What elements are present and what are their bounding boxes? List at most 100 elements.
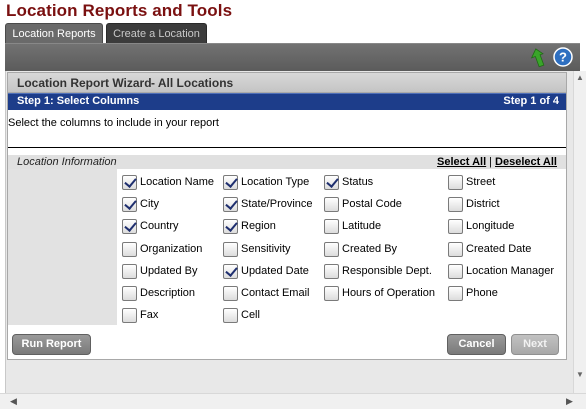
- column-checkbox-item[interactable]: Location Type: [223, 173, 309, 191]
- column-checkbox-item[interactable]: Fax: [122, 306, 158, 324]
- column-checkbox-item[interactable]: Updated Date: [223, 262, 309, 280]
- column-checkbox-item[interactable]: Location Manager: [448, 262, 554, 280]
- checkbox-label: Responsible Dept.: [342, 265, 432, 277]
- checkbox[interactable]: [448, 241, 463, 257]
- checkbox[interactable]: [324, 263, 339, 279]
- checkbox[interactable]: [122, 285, 137, 301]
- checkbox[interactable]: [448, 196, 463, 212]
- column-checkbox-item[interactable]: State/Province: [223, 195, 313, 213]
- column-checkbox-item[interactable]: Status: [324, 173, 373, 191]
- checkbox[interactable]: [223, 285, 238, 301]
- column-checkbox-item[interactable]: Organization: [122, 240, 202, 258]
- select-all-link[interactable]: Select All: [437, 156, 486, 168]
- column-checkbox-item[interactable]: Longitude: [448, 217, 514, 235]
- checkbox[interactable]: [223, 196, 238, 212]
- run-report-button[interactable]: Run Report: [12, 334, 91, 355]
- checkbox-label: Country: [140, 220, 179, 232]
- section-title: Location Information: [17, 156, 117, 168]
- checkbox-label: Created By: [342, 243, 398, 255]
- checkbox-label: Status: [342, 176, 374, 188]
- wizard-header: Location Report Wizard - All Locations: [8, 73, 566, 93]
- checkbox-label: Street: [466, 176, 496, 188]
- column-checkbox-item[interactable]: Phone: [448, 284, 498, 302]
- step-bar: Step 1: Select Columns Step 1 of 4: [8, 93, 566, 110]
- column-checkbox-item[interactable]: Postal Code: [324, 195, 402, 213]
- column-checkbox-item[interactable]: Description: [122, 284, 195, 302]
- help-glyph: ?: [559, 50, 567, 65]
- toolbar: ?: [5, 43, 580, 71]
- section-gutter: [8, 169, 117, 325]
- select-links: Select All | Deselect All: [437, 156, 557, 168]
- checkbox[interactable]: [324, 174, 339, 190]
- column-checkbox-item[interactable]: Latitude: [324, 217, 381, 235]
- checkbox[interactable]: [223, 174, 238, 190]
- scroll-down-icon[interactable]: ▼: [576, 370, 584, 379]
- scroll-right-icon[interactable]: ▶: [566, 396, 573, 407]
- wizard-title: Location Report Wizard: [17, 76, 152, 90]
- checkbox[interactable]: [122, 196, 137, 212]
- checkbox[interactable]: [223, 218, 238, 234]
- column-checkbox-item[interactable]: Created By: [324, 240, 397, 258]
- checkbox[interactable]: [448, 174, 463, 190]
- link-separator: |: [489, 156, 493, 168]
- checkbox-label: Contact Email: [241, 287, 310, 299]
- checkbox[interactable]: [223, 307, 238, 323]
- step-count: Step 1 of 4: [503, 95, 559, 107]
- checkbox[interactable]: [324, 218, 339, 234]
- cancel-button[interactable]: Cancel: [447, 334, 506, 355]
- column-checkbox-item[interactable]: Contact Email: [223, 284, 309, 302]
- checkbox[interactable]: [122, 307, 137, 323]
- checkbox-label: Location Type: [241, 176, 310, 188]
- checkbox[interactable]: [122, 263, 137, 279]
- checkbox-label: Phone: [466, 287, 498, 299]
- column-checkbox-item[interactable]: District: [448, 195, 500, 213]
- next-button[interactable]: Next: [511, 334, 559, 355]
- page-title: Location Reports and Tools: [6, 1, 233, 20]
- scroll-up-icon[interactable]: ▲: [576, 73, 584, 82]
- column-checkbox-item[interactable]: Sensitivity: [223, 240, 291, 258]
- column-checkbox-item[interactable]: Region: [223, 217, 276, 235]
- deselect-all-link[interactable]: Deselect All: [495, 156, 557, 168]
- horizontal-scrollbar[interactable]: ◀ ▶: [0, 393, 586, 409]
- column-checkbox-item[interactable]: Cell: [223, 306, 260, 324]
- checkbox[interactable]: [324, 285, 339, 301]
- checkbox[interactable]: [223, 263, 238, 279]
- checkbox-label: Hours of Operation: [342, 287, 435, 299]
- column-checkbox-item[interactable]: Hours of Operation: [324, 284, 435, 302]
- checkbox-label: Updated Date: [241, 265, 309, 277]
- vertical-scrollbar[interactable]: ▲ ▼: [573, 71, 586, 393]
- report-wizard-panel: Location Report Wizard - All Locations S…: [7, 72, 567, 360]
- checkbox-label: District: [466, 198, 500, 210]
- instructions-text: Select the columns to include in your re…: [8, 117, 219, 129]
- tab-create-location[interactable]: Create a Location: [106, 23, 207, 43]
- column-checkbox-item[interactable]: Country: [122, 217, 179, 235]
- checkbox-label: Fax: [140, 309, 159, 321]
- checkbox-label: Location Name: [140, 176, 214, 188]
- scroll-left-icon[interactable]: ◀: [10, 396, 17, 407]
- checkbox[interactable]: [122, 241, 137, 257]
- column-checkbox-item[interactable]: Street: [448, 173, 495, 191]
- back-arrow-icon[interactable]: [529, 48, 545, 68]
- tab-location-reports[interactable]: Location Reports: [5, 23, 103, 43]
- step-title: Step 1: Select Columns: [17, 95, 140, 107]
- column-checkbox-item[interactable]: City: [122, 195, 159, 213]
- checkbox-label: Updated By: [140, 265, 198, 277]
- checkbox[interactable]: [324, 241, 339, 257]
- column-checkbox-item[interactable]: Created Date: [448, 240, 531, 258]
- wizard-scope: - All Locations: [151, 76, 234, 90]
- checkbox-label: Longitude: [466, 220, 515, 232]
- checkbox[interactable]: [122, 174, 137, 190]
- checkbox-label: Sensitivity: [241, 243, 291, 255]
- checkbox[interactable]: [448, 218, 463, 234]
- column-checkbox-item[interactable]: Updated By: [122, 262, 197, 280]
- checkbox[interactable]: [448, 263, 463, 279]
- checkbox-label: Organization: [140, 243, 203, 255]
- checkbox[interactable]: [122, 218, 137, 234]
- checkbox-label: City: [140, 198, 159, 210]
- column-checkbox-item[interactable]: Responsible Dept.: [324, 262, 432, 280]
- checkbox[interactable]: [448, 285, 463, 301]
- checkbox[interactable]: [324, 196, 339, 212]
- column-checkbox-item[interactable]: Location Name: [122, 173, 214, 191]
- checkbox[interactable]: [223, 241, 238, 257]
- help-icon[interactable]: ?: [553, 47, 573, 67]
